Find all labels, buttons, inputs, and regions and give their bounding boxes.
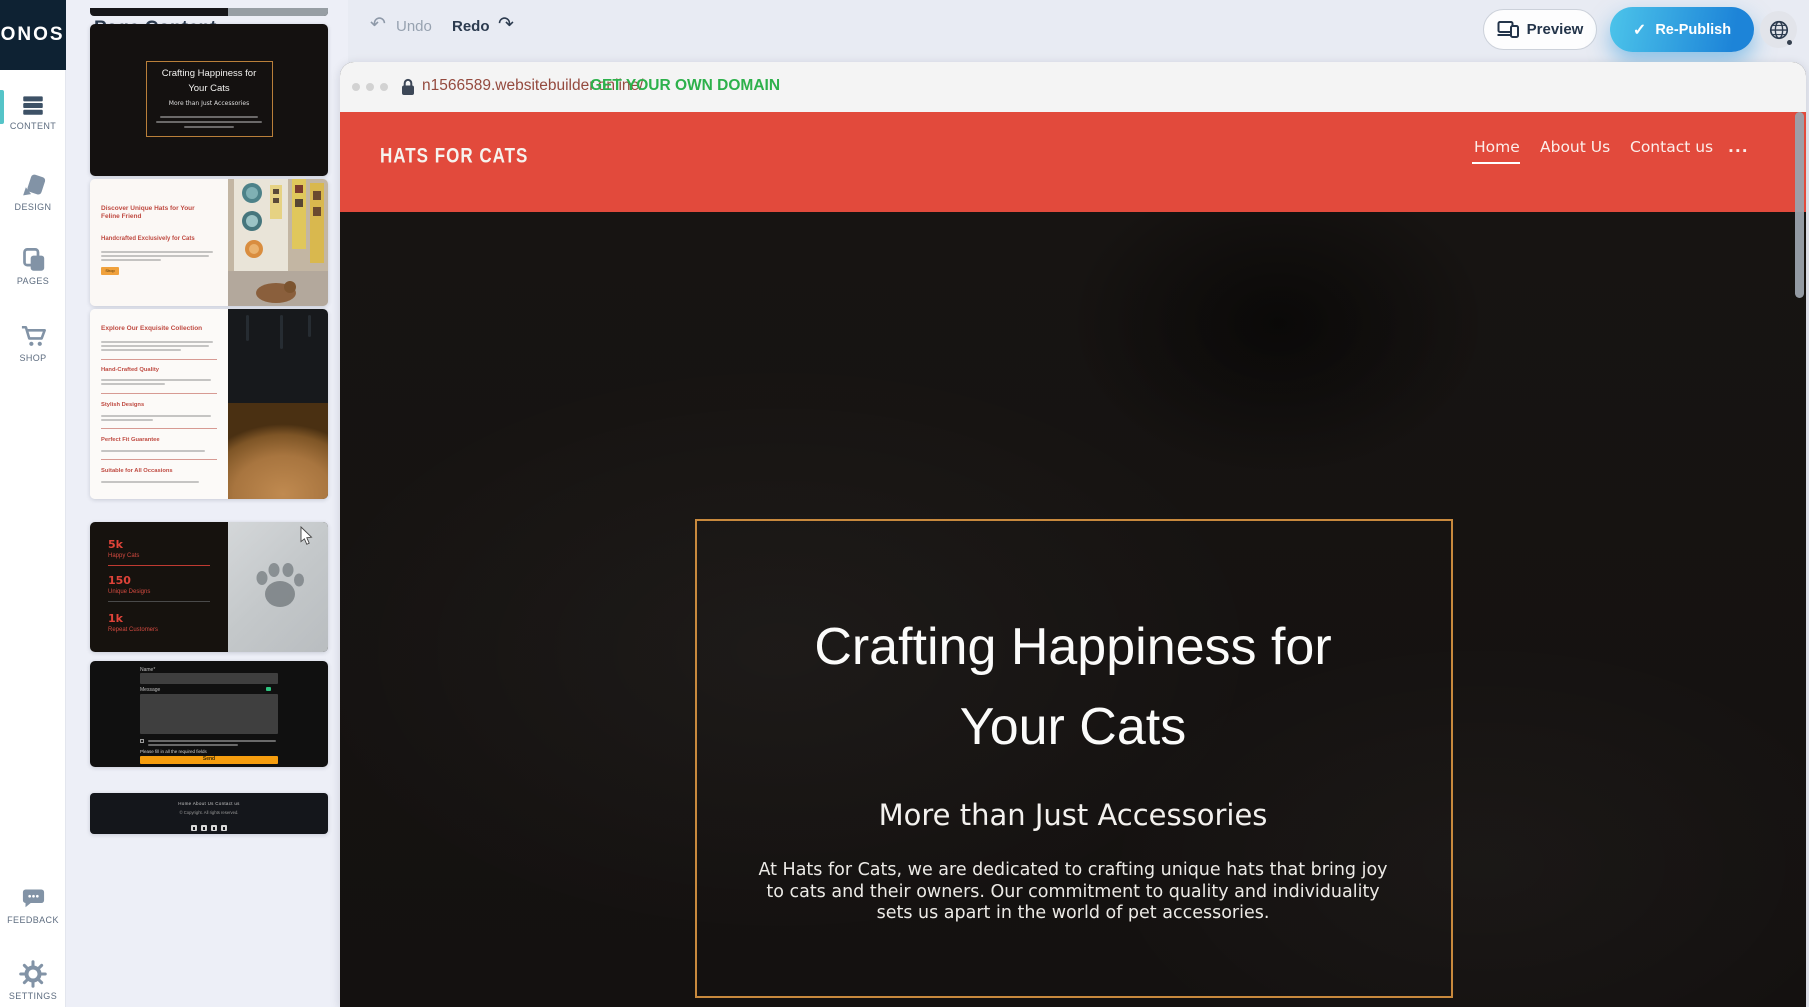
preview-button[interactable]: Preview bbox=[1483, 9, 1597, 50]
sidebar-label-pages: PAGES bbox=[0, 276, 66, 286]
thumb-contact-checkbox bbox=[140, 739, 144, 743]
thumb-collection-item-3: Suitable for All Occasions bbox=[101, 468, 221, 474]
republish-button[interactable]: ✓ Re-Publish bbox=[1610, 7, 1754, 52]
globe-notification-dot bbox=[1787, 40, 1792, 45]
thumb-discover-photo bbox=[228, 179, 328, 306]
stat-value-2: 1k bbox=[108, 612, 123, 625]
social-icon bbox=[211, 825, 217, 831]
content-icon bbox=[20, 92, 46, 118]
check-icon: ✓ bbox=[1633, 20, 1646, 40]
undo-button[interactable]: Undo bbox=[396, 18, 432, 35]
thumb-footer-copyright: © Copyright. All rights reserved. bbox=[90, 810, 328, 815]
get-domain-link[interactable]: GET YOUR OWN DOMAIN bbox=[590, 77, 780, 95]
stat-label-0: Happy Cats bbox=[108, 553, 139, 559]
thumb-discover-subheading: Handcrafted Exclusively for Cats bbox=[101, 236, 221, 242]
thumb-contact-message-input bbox=[140, 694, 278, 734]
section-thumbnail-discover[interactable]: Discover Unique Hats for Your Feline Fri… bbox=[90, 179, 328, 306]
nav-contact-us[interactable]: Contact us bbox=[1630, 138, 1713, 156]
feedback-icon bbox=[20, 885, 47, 912]
redo-button[interactable]: Redo bbox=[452, 18, 490, 35]
lock-icon bbox=[400, 77, 416, 97]
thumb-hero-title-2: Your Cats bbox=[188, 83, 229, 94]
stat-value-1: 150 bbox=[108, 574, 131, 587]
sidebar-label-design: DESIGN bbox=[0, 202, 66, 212]
window-dot bbox=[380, 83, 388, 91]
thumb-contact-name-input bbox=[140, 673, 278, 684]
window-dot bbox=[366, 83, 374, 91]
sidebar-item-settings[interactable]: SETTINGS bbox=[0, 960, 66, 1001]
sidebar-label-settings: SETTINGS bbox=[0, 991, 66, 1001]
section-thumbnail-contact[interactable]: Name* Message Please fill in all the req… bbox=[90, 661, 328, 767]
thumb-collection-item-1: Stylish Designs bbox=[101, 402, 221, 408]
social-icon bbox=[201, 825, 207, 831]
republish-button-label: Re-Publish bbox=[1655, 22, 1731, 38]
site-header: HATS FOR CATS Home About Us Contact us .… bbox=[340, 112, 1806, 212]
nav-active-underline bbox=[1472, 162, 1520, 164]
stat-label-2: Repeat Customers bbox=[108, 627, 158, 633]
nav-more-ellipsis[interactable]: ... bbox=[1728, 138, 1749, 156]
clipped-thumbnail-sliver[interactable] bbox=[90, 8, 328, 16]
thumb-discover-heading: Discover Unique Hats for Your Feline Fri… bbox=[101, 205, 211, 221]
thumb-collection-heading: Explore Our Exquisite Collection bbox=[101, 325, 221, 333]
preview-button-label: Preview bbox=[1527, 21, 1584, 38]
social-icon bbox=[191, 825, 197, 831]
thumb-contact-emoji-icon bbox=[266, 687, 271, 691]
sidebar-label-content: CONTENT bbox=[0, 121, 66, 131]
social-icon bbox=[221, 825, 227, 831]
window-dot bbox=[352, 83, 360, 91]
canvas-scrollbar-thumb[interactable] bbox=[1795, 112, 1804, 298]
design-icon bbox=[20, 172, 47, 199]
mouse-cursor bbox=[300, 526, 314, 546]
site-preview-canvas: n1566589.websitebuilder.online/ GET YOUR… bbox=[340, 62, 1806, 1007]
stat-label-1: Unique Designs bbox=[108, 589, 150, 595]
page-content-panel: Page Content Crafting Happiness forYour … bbox=[66, 0, 348, 1007]
undo-icon[interactable]: ↶ bbox=[370, 13, 386, 36]
thumb-contact-message-label: Message bbox=[140, 687, 160, 693]
hero-title: Crafting Happiness forYour Cats bbox=[340, 607, 1806, 767]
thumb-contact-required-note: Please fill in all the required fields bbox=[140, 749, 207, 754]
ionos-logo-text: IONOS bbox=[0, 24, 65, 46]
thumb-contact-send-button: Send bbox=[140, 756, 278, 764]
thumb-collection-photo bbox=[228, 309, 328, 499]
thumb-hero-title-1: Crafting Happiness for bbox=[162, 68, 257, 79]
sidebar-item-design[interactable]: DESIGN bbox=[0, 172, 66, 212]
sidebar-item-content[interactable]: CONTENT bbox=[0, 92, 66, 131]
sidebar-item-shop[interactable]: SHOP bbox=[0, 322, 66, 363]
thumb-collection-item-2: Perfect Fit Guarantee bbox=[101, 437, 221, 443]
thumb-footer-nav: Home About Us Contact us bbox=[90, 801, 328, 806]
section-thumbnail-hero[interactable]: Crafting Happiness for Your Cats More tha… bbox=[90, 24, 328, 176]
devices-icon bbox=[1497, 20, 1519, 39]
sidebar-label-shop: SHOP bbox=[0, 353, 66, 363]
thumb-hero-subtitle: More than Just Accessories bbox=[90, 100, 328, 107]
hero-subtitle: More than Just Accessories bbox=[340, 798, 1806, 832]
section-thumbnail-collection[interactable]: Explore Our Exquisite Collection Hand-Cr… bbox=[90, 309, 328, 499]
sidebar-item-pages[interactable]: PAGES bbox=[0, 246, 66, 286]
stat-value-0: 5k bbox=[108, 538, 123, 551]
browser-url-bar: n1566589.websitebuilder.online/ GET YOUR… bbox=[340, 62, 1806, 112]
thumb-shop-now-button: Shop Now bbox=[101, 267, 119, 275]
sidebar-label-feedback: FEEDBACK bbox=[0, 915, 66, 925]
sidebar-item-feedback[interactable]: FEEDBACK bbox=[0, 885, 66, 925]
nav-home[interactable]: Home bbox=[1474, 138, 1520, 156]
redo-icon[interactable]: ↷ bbox=[498, 13, 514, 36]
shop-icon bbox=[19, 322, 47, 350]
main-sidebar: IONOS CONTENT DESIGN PAGES bbox=[0, 0, 66, 1007]
ionos-logo[interactable]: IONOS bbox=[0, 0, 66, 70]
globe-icon bbox=[1768, 19, 1790, 41]
app-root: IONOS CONTENT DESIGN PAGES bbox=[0, 0, 1809, 1007]
pages-icon bbox=[20, 246, 47, 273]
settings-icon bbox=[19, 960, 47, 988]
nav-about-us[interactable]: About Us bbox=[1540, 138, 1610, 156]
section-thumbnail-footer[interactable]: Home About Us Contact us © Copyright. Al… bbox=[90, 793, 328, 834]
hero-section[interactable]: Crafting Happiness forYour Cats More tha… bbox=[340, 212, 1806, 1007]
hero-body-text: At Hats for Cats, we are dedicated to cr… bbox=[753, 860, 1393, 925]
section-thumbnail-stats[interactable]: 5k Happy Cats 150 Unique Designs 1k Repe… bbox=[90, 522, 328, 652]
site-brand[interactable]: HATS FOR CATS bbox=[380, 144, 528, 169]
thumb-collection-item-0: Hand-Crafted Quality bbox=[101, 367, 221, 373]
